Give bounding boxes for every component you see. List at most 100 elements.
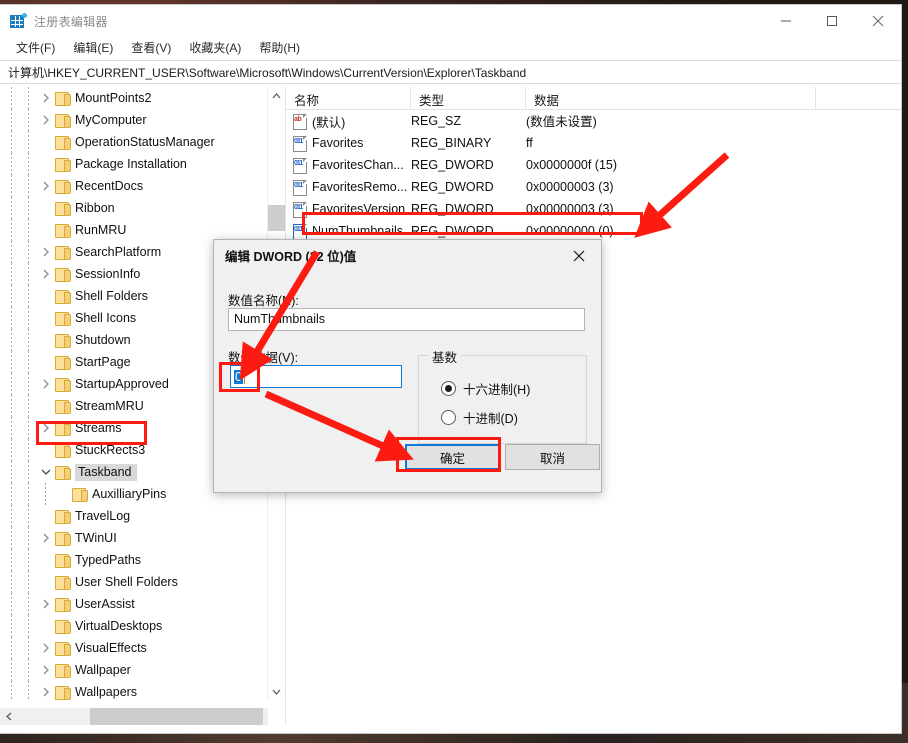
window-title: 注册表编辑器 [34,13,108,30]
tree-item-typedpaths[interactable]: TypedPaths [0,549,268,571]
tree-item-label: StreamMRU [75,399,144,413]
tree-spacer [38,153,54,175]
chevron-right-icon[interactable] [38,373,54,395]
radio-decimal-label: 十进制(D) [463,408,518,427]
chevron-right-icon[interactable] [38,241,54,263]
folder-icon [54,553,70,567]
chevron-right-icon[interactable] [38,637,54,659]
tree-item-label: SessionInfo [75,267,140,281]
folder-icon [54,597,70,611]
chevron-right-icon[interactable] [38,527,54,549]
tree-item-virtualdesktops[interactable]: VirtualDesktops [0,615,268,637]
minimize-icon[interactable] [763,5,809,37]
tree-item-label: User Shell Folders [75,575,178,589]
value-data-input[interactable]: 0 [230,365,402,388]
chevron-right-icon[interactable] [38,593,54,615]
tree-item-twinui[interactable]: TWinUI [0,527,268,549]
tree-item-ribbon[interactable]: Ribbon [0,197,268,219]
menu-item-edit[interactable]: 编辑(E) [65,38,121,58]
tree-item-mountpoints2[interactable]: MountPoints2 [0,87,268,109]
menu-item-help[interactable]: 帮助(H) [251,38,308,58]
registry-values-list[interactable]: ab(默认)REG_SZ(数值未设置)011FavoritesREG_BINAR… [286,110,901,242]
tree-item-label: Shutdown [75,333,131,347]
value-data: 0x00000000 (0) [526,224,614,238]
dialog-close-icon[interactable] [556,240,601,271]
binary-value-icon: 011 [292,136,307,150]
scroll-down-icon[interactable] [268,683,285,700]
string-value-icon: ab [292,114,307,128]
table-row[interactable]: ab(默认)REG_SZ(数值未设置) [286,110,901,132]
tree-item-wallpaper[interactable]: Wallpaper [0,659,268,681]
binary-value-icon: 011 [292,202,307,216]
menu-item-favorites[interactable]: 收藏夹(A) [181,38,249,58]
scroll-up-icon[interactable] [268,87,285,104]
registry-editor-icon [10,13,26,29]
tree-item-label: MountPoints2 [75,91,151,105]
menu-bar: 文件(F) 编辑(E) 查看(V) 收藏夹(A) 帮助(H) [0,37,901,59]
tree-item-userassist[interactable]: UserAssist [0,593,268,615]
chevron-right-icon[interactable] [38,109,54,131]
binary-value-icon: 011 [292,224,307,238]
column-header-name[interactable]: 名称 [286,87,411,109]
folder-icon [54,179,70,193]
chevron-right-icon[interactable] [38,659,54,681]
folder-icon [54,465,70,479]
radio-hexadecimal[interactable]: 十六进制(H) [441,379,530,398]
tree-item-label: Package Installation [75,157,187,171]
chevron-right-icon[interactable] [38,87,54,109]
column-header-data[interactable]: 数据 [526,87,816,109]
chevron-right-icon[interactable] [38,263,54,285]
tree-hscrollbar-thumb[interactable] [90,708,263,725]
table-row[interactable]: 011FavoritesChan...REG_DWORD0x0000000f (… [286,154,901,176]
tree-item-runmru[interactable]: RunMRU [0,219,268,241]
tree-item-mycomputer[interactable]: MyComputer [0,109,268,131]
table-row[interactable]: 011FavoritesVersionREG_DWORD0x00000003 (… [286,198,901,220]
ok-button[interactable]: 确定 [405,444,500,470]
folder-icon [54,377,70,391]
folder-icon [54,157,70,171]
tree-item-operationstatusmanager[interactable]: OperationStatusManager [0,131,268,153]
column-header-type[interactable]: 类型 [411,87,526,109]
table-row[interactable]: 011FavoritesRemo...REG_DWORD0x00000003 (… [286,176,901,198]
cancel-button[interactable]: 取消 [505,444,600,470]
tree-spacer [38,197,54,219]
tree-item-visualeffects[interactable]: VisualEffects [0,637,268,659]
tree-item-travellog[interactable]: TravelLog [0,505,268,527]
tree-item-label: VirtualDesktops [75,619,162,633]
tree-item-label: Ribbon [75,201,115,215]
value-data: (数值未设置) [526,115,597,129]
tree-item-package-installation[interactable]: Package Installation [0,153,268,175]
close-icon[interactable] [855,5,901,37]
folder-icon [54,113,70,127]
tree-horizontal-scrollbar[interactable] [0,708,268,725]
tree-item-label: Streams [75,421,122,435]
chevron-right-icon[interactable] [38,417,54,439]
tree-item-label: Taskband [75,464,137,481]
tree-scrollbar-thumb[interactable] [268,205,285,231]
tree-item-label: Shell Folders [75,289,148,303]
chevron-right-icon[interactable] [38,175,54,197]
radio-decimal[interactable]: 十进制(D) [441,408,518,427]
folder-icon [54,443,70,457]
tree-item-recentdocs[interactable]: RecentDocs [0,175,268,197]
folder-icon [54,91,70,105]
tree-item-label: StartupApproved [75,377,169,391]
maximize-icon[interactable] [809,5,855,37]
menu-item-view[interactable]: 查看(V) [123,38,179,58]
value-name-input[interactable]: NumThumbnails [228,308,585,331]
tree-item-wallpapers[interactable]: Wallpapers [0,681,268,700]
chevron-right-icon[interactable] [38,681,54,700]
value-name: NumThumbnails [312,224,403,238]
folder-icon [54,509,70,523]
tree-item-label: Shell Icons [75,311,136,325]
table-row[interactable]: 011FavoritesREG_BINARYff [286,132,901,154]
base-group-legend: 基数 [428,347,461,366]
chevron-down-icon[interactable] [38,461,54,483]
menu-item-file[interactable]: 文件(F) [8,38,63,58]
value-data: 0x0000000f (15) [526,158,617,172]
tree-item-user-shell-folders[interactable]: User Shell Folders [0,571,268,593]
scroll-left-icon[interactable] [0,708,17,725]
value-name: (默认) [312,112,345,131]
text-caret [244,370,245,384]
address-bar[interactable]: 计算机\HKEY_CURRENT_USER\Software\Microsoft… [0,60,901,84]
